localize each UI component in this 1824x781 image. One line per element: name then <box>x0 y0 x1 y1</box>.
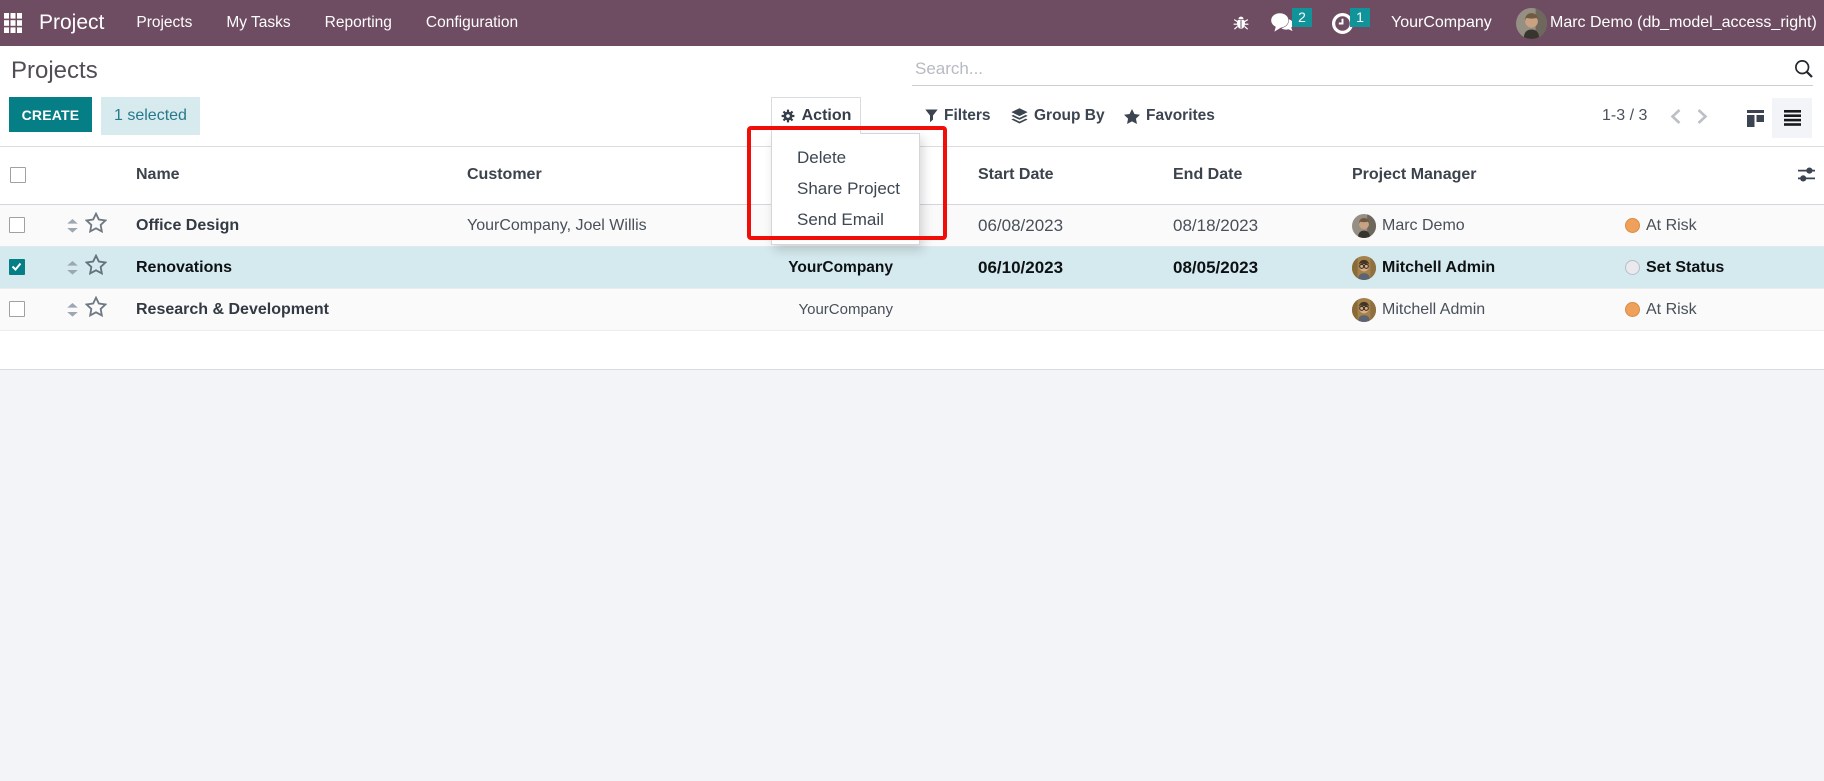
chevron-right-icon <box>1696 108 1708 125</box>
search-icon <box>1794 59 1814 79</box>
search-bar <box>912 52 1813 86</box>
selected-count-chip: 1 selected <box>101 97 200 135</box>
action-dropdown-menu: Delete Share Project Send Email <box>771 133 920 245</box>
top-navbar: Project Projects My Tasks Reporting Conf… <box>0 0 1824 46</box>
project-start-date: 06/08/2023 <box>978 205 1063 247</box>
filters-button[interactable]: Filters <box>925 99 991 133</box>
action-button-label: Action <box>802 107 852 125</box>
project-name[interactable]: Renovations <box>136 247 232 289</box>
kanban-view-icon <box>1747 110 1764 127</box>
menu-projects[interactable]: Projects <box>119 0 209 46</box>
status-dot-at-risk[interactable] <box>1625 302 1640 317</box>
column-header-start-date[interactable]: Start Date <box>978 147 1054 202</box>
messages-count-badge: 2 <box>1292 8 1312 27</box>
menu-item-delete[interactable]: Delete <box>772 142 919 173</box>
drag-handle-icon[interactable] <box>67 205 78 247</box>
pager-previous-button[interactable] <box>1664 104 1688 128</box>
manager-avatar <box>1352 214 1376 238</box>
breadcrumb-title: Projects <box>11 57 98 85</box>
gear-icon <box>781 109 795 123</box>
menu-item-share-project[interactable]: Share Project <box>772 173 919 204</box>
sliders-icon <box>1798 167 1815 182</box>
list-view-icon <box>1784 110 1801 126</box>
project-start-date: 06/10/2023 <box>978 247 1063 289</box>
manager-avatar <box>1352 298 1376 322</box>
search-input[interactable] <box>912 52 1813 85</box>
column-header-end-date[interactable]: End Date <box>1173 147 1242 202</box>
table-row[interactable]: Research & Development YourCompany Mitch… <box>0 288 1824 330</box>
project-name[interactable]: Research & Development <box>136 289 329 331</box>
favorites-star-icon <box>1124 109 1140 124</box>
project-name[interactable]: Office Design <box>136 205 239 247</box>
menu-item-send-email[interactable]: Send Email <box>772 204 919 235</box>
row-checkbox-checked[interactable] <box>9 259 25 275</box>
pager-value: 1-3 / 3 <box>1602 99 1647 133</box>
favorite-star-toggle[interactable] <box>85 202 107 244</box>
bug-icon <box>1233 15 1249 31</box>
activities-count-badge: 1 <box>1350 8 1370 27</box>
row-checkbox[interactable] <box>9 217 25 233</box>
list-view-button[interactable] <box>1772 98 1812 138</box>
status-dot-at-risk[interactable] <box>1625 218 1640 233</box>
project-end-date: 08/05/2023 <box>1173 247 1258 289</box>
dropdown-notch <box>772 131 860 135</box>
project-customer: YourCompany <box>798 289 893 331</box>
menu-my-tasks[interactable]: My Tasks <box>209 0 307 46</box>
filters-label: Filters <box>944 107 991 125</box>
project-manager-name: Mitchell Admin <box>1382 289 1485 331</box>
search-submit-button[interactable] <box>1794 59 1816 81</box>
favorites-label: Favorites <box>1146 107 1215 125</box>
column-header-customer[interactable]: Customer <box>467 147 542 202</box>
favorite-star-toggle[interactable] <box>85 244 107 286</box>
chevron-left-icon <box>1670 108 1682 125</box>
action-dropdown-button[interactable]: Action <box>771 97 861 134</box>
activities-button[interactable]: 1 <box>1332 0 1353 46</box>
menu-configuration[interactable]: Configuration <box>409 0 535 46</box>
project-customer: YourCompany <box>788 247 893 289</box>
table-row-selected[interactable]: Renovations YourCompany 06/10/2023 08/05… <box>0 246 1824 288</box>
user-avatar <box>1516 8 1547 39</box>
user-name: Marc Demo (db_model_access_right) <box>1550 14 1817 32</box>
column-header-name[interactable]: Name <box>136 147 180 202</box>
favorite-star-toggle[interactable] <box>85 286 107 328</box>
group-by-label: Group By <box>1034 107 1105 125</box>
filter-funnel-icon <box>925 109 938 123</box>
row-checkbox[interactable] <box>9 301 25 317</box>
page-background <box>0 370 1824 781</box>
favorites-button[interactable]: Favorites <box>1124 99 1215 133</box>
menu-reporting[interactable]: Reporting <box>308 0 409 46</box>
table-empty-row <box>0 330 1824 370</box>
pager-next-button[interactable] <box>1690 104 1714 128</box>
project-customer: YourCompany, Joel Willis <box>467 205 647 247</box>
column-header-project-manager[interactable]: Project Manager <box>1352 147 1476 202</box>
project-manager-name: Mitchell Admin <box>1382 247 1495 289</box>
project-status[interactable]: At Risk <box>1646 205 1697 247</box>
debug-bug-button[interactable] <box>1233 0 1249 46</box>
manager-avatar <box>1352 256 1376 280</box>
project-status[interactable]: At Risk <box>1646 289 1697 331</box>
messages-button[interactable]: 2 <box>1271 0 1295 46</box>
company-switcher[interactable]: YourCompany <box>1391 0 1492 46</box>
project-manager-name: Marc Demo <box>1382 205 1465 247</box>
create-button[interactable]: CREATE <box>9 97 92 132</box>
select-all-checkbox[interactable] <box>10 167 26 183</box>
apps-menu-button[interactable] <box>0 0 30 46</box>
kanban-view-button[interactable] <box>1736 98 1774 138</box>
drag-handle-icon[interactable] <box>67 289 78 331</box>
group-by-button[interactable]: Group By <box>1011 99 1105 133</box>
project-end-date: 08/18/2023 <box>1173 205 1258 247</box>
apps-grid-icon <box>4 13 22 33</box>
project-status[interactable]: Set Status <box>1646 247 1724 289</box>
optional-columns-button[interactable] <box>1798 167 1815 187</box>
group-by-layers-icon <box>1011 108 1028 125</box>
status-dot-empty[interactable] <box>1625 260 1640 275</box>
app-brand-title[interactable]: Project <box>39 11 104 35</box>
user-menu[interactable]: Marc Demo (db_model_access_right) <box>1516 0 1817 46</box>
drag-handle-icon[interactable] <box>67 247 78 289</box>
